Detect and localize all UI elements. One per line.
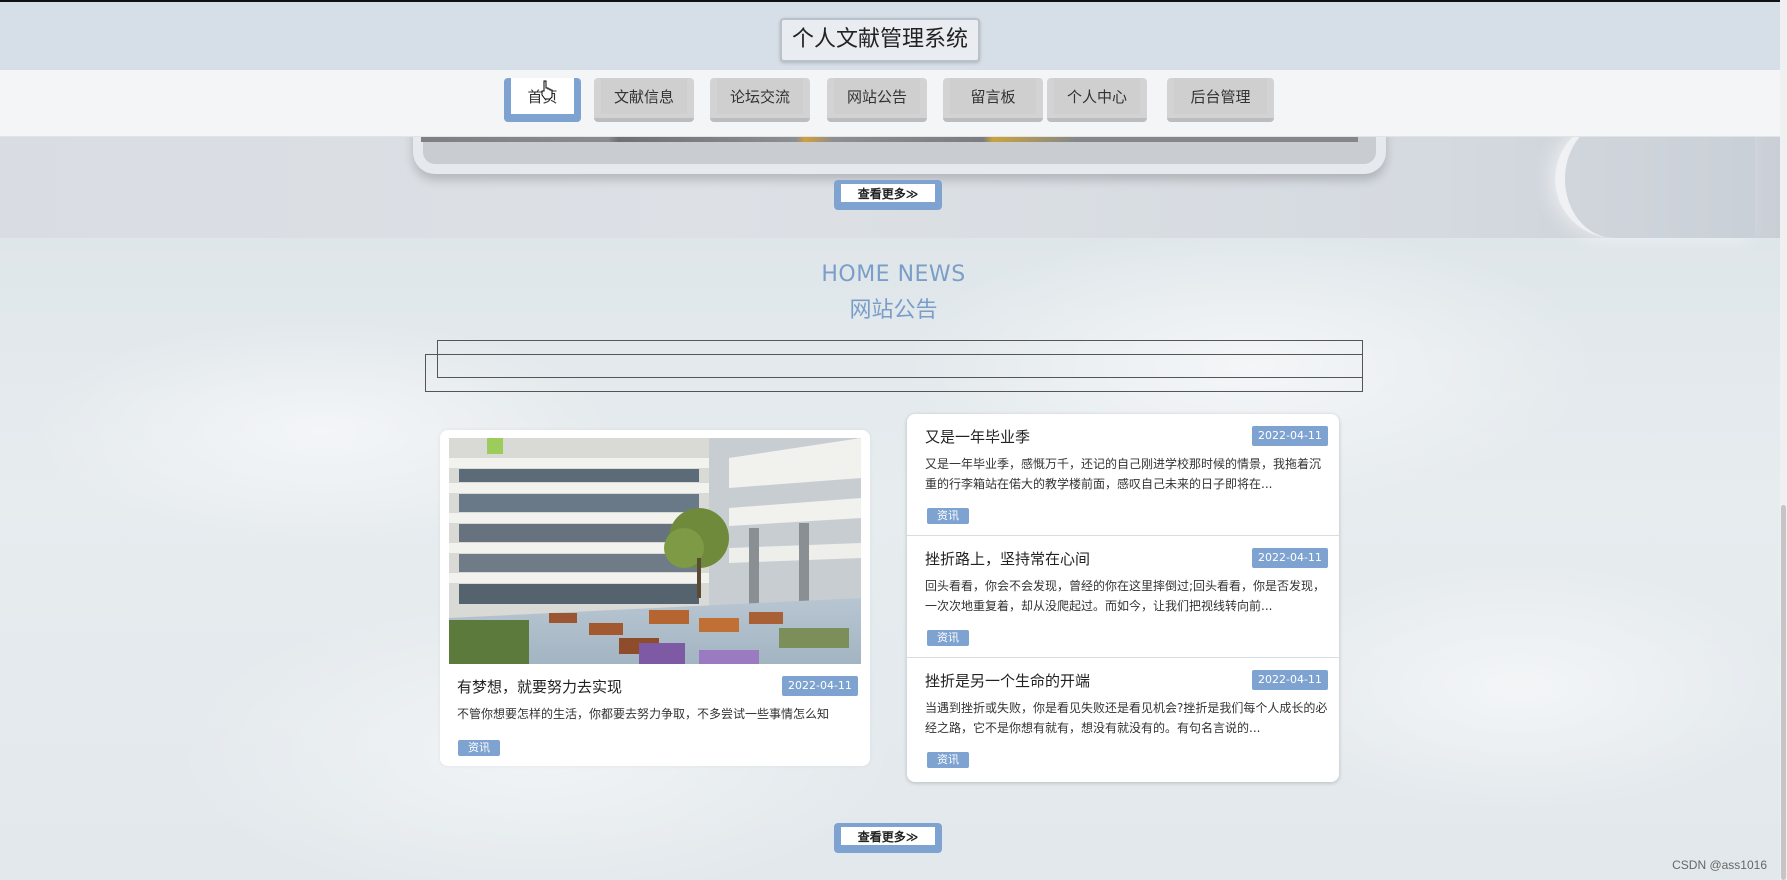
nav-item-personal-center[interactable]: 个人中心: [1047, 78, 1147, 122]
nav-item-label: 文献信息: [601, 78, 687, 114]
nav-item-label: 网站公告: [834, 78, 920, 114]
nav-item-label: 个人中心: [1054, 78, 1140, 114]
news-item-date: 2022-04-11: [1252, 670, 1328, 690]
news-item-title[interactable]: 又是一年毕业季: [925, 426, 1030, 447]
news-item-tag[interactable]: 资讯: [927, 508, 969, 524]
news-item-date: 2022-04-11: [1252, 426, 1328, 446]
news-item-date: 2022-04-11: [1252, 548, 1328, 568]
news-item-desc: 回头看看，你会不会发现，曾经的你在这里摔倒过;回头看看，你是否发现，一次次地重复…: [925, 579, 1326, 613]
news-item-desc: 当遇到挫折或失败，你是看见失败还是看见机会?挫折是我们每个人成长的必经之路，它不…: [925, 701, 1328, 735]
scrollbar-thumb[interactable]: [1781, 505, 1786, 880]
featured-news-date: 2022-04-11: [782, 676, 858, 696]
hand-cursor-icon: [541, 80, 553, 100]
hero-decoration: [1555, 120, 1755, 238]
nav-item-announcements[interactable]: 网站公告: [827, 78, 927, 122]
news-item[interactable]: 挫折是另一个生命的开端 2022-04-11 当遇到挫折或失败，你是看见失败还是…: [907, 658, 1339, 780]
watermark: CSDN @ass1016: [1672, 858, 1767, 872]
featured-news-title[interactable]: 有梦想，就要努力去实现: [457, 676, 622, 697]
view-more-label: 查看更多≫: [841, 827, 935, 845]
page-background: [0, 238, 1787, 880]
featured-news-desc: 不管你想要怎样的生活，你都要去努力争取，不多尝试一些事情怎么知: [457, 707, 830, 721]
news-item-tag[interactable]: 资讯: [927, 752, 969, 768]
decorative-line-box: [425, 354, 1363, 392]
nav-item-admin[interactable]: 后台管理: [1167, 78, 1274, 122]
view-more-button-bottom[interactable]: 查看更多≫: [834, 823, 942, 853]
featured-news-card[interactable]: 有梦想，就要努力去实现 2022-04-11 不管你想要怎样的生活，你都要去努力…: [440, 430, 870, 766]
nav-item-literature[interactable]: 文献信息: [594, 78, 694, 122]
news-item-desc: 又是一年毕业季，感慨万千，还记的自己刚进学校那时候的情景，我拖着沉重的行李箱站在…: [925, 457, 1322, 491]
nav-item-guestbook[interactable]: 留言板: [943, 78, 1043, 122]
site-header: 个人文献管理系统: [0, 0, 1787, 72]
section-title-en: HOME NEWS: [821, 262, 966, 287]
news-item-tag[interactable]: 资讯: [927, 630, 969, 646]
nav-item-forum[interactable]: 论坛交流: [710, 78, 810, 122]
news-item[interactable]: 又是一年毕业季 2022-04-11 又是一年毕业季，感慨万千，还记的自己刚进学…: [907, 414, 1339, 536]
view-more-button-top[interactable]: 查看更多≫: [834, 180, 942, 210]
news-item-title[interactable]: 挫折是另一个生命的开端: [925, 670, 1090, 691]
featured-news-image: [449, 438, 861, 664]
featured-news-tag[interactable]: 资讯: [458, 740, 500, 756]
news-item[interactable]: 挫折路上，坚持常在心间 2022-04-11 回头看看，你会不会发现，曾经的你在…: [907, 536, 1339, 658]
main-nav: 首页 文献信息 论坛交流 网站公告 留言板 个人中心 后台管理: [0, 70, 1787, 137]
news-item-title[interactable]: 挫折路上，坚持常在心间: [925, 548, 1090, 569]
nav-item-label: 论坛交流: [717, 78, 803, 114]
section-title-cn: 网站公告: [849, 298, 938, 323]
nav-item-label: 留言板: [950, 78, 1036, 114]
view-more-label: 查看更多≫: [841, 184, 935, 202]
site-title: 个人文献管理系统: [780, 18, 981, 62]
news-list: 又是一年毕业季 2022-04-11 又是一年毕业季，感慨万千，还记的自己刚进学…: [907, 414, 1339, 782]
nav-item-label: 后台管理: [1174, 78, 1267, 114]
